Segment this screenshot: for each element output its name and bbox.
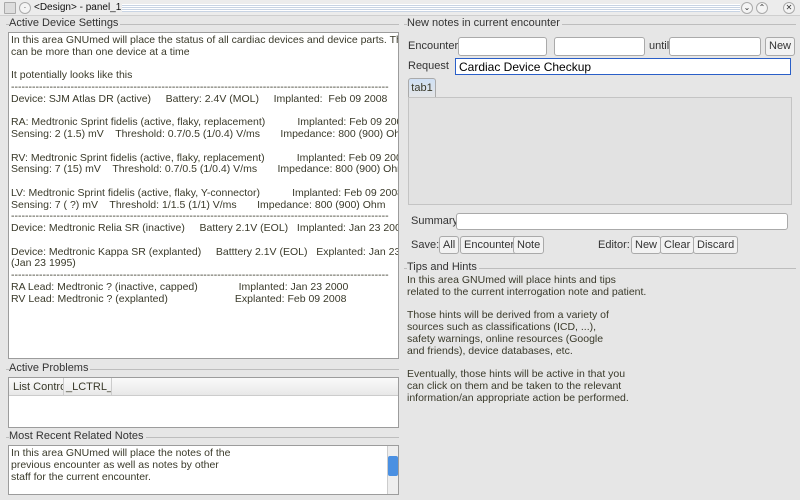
text-line: ----------------------------------------…: [11, 269, 389, 281]
encounter-start-field[interactable]: [458, 37, 547, 56]
editor-label: Editor:: [598, 239, 630, 251]
text-line: sources such as classifications (ICD, ..…: [407, 321, 597, 333]
sticky-icon[interactable]: ·: [19, 2, 31, 14]
save-note-button[interactable]: Note: [513, 236, 545, 254]
title-bar: · <Design> - panel_1 ⌄ ⌃ ✕: [0, 0, 800, 16]
text-line: RV Lead: Medtronic ? (explanted) Explant…: [11, 292, 347, 305]
text-line: LV: Medtronic Sprint fidelis (active, fl…: [11, 186, 399, 199]
title-decoration: [122, 4, 740, 12]
text-line: In this area GNUmed will place the notes…: [11, 447, 231, 459]
new-encounter-button[interactable]: New: [765, 37, 796, 56]
text-line: In this area GNUmed will place the statu…: [11, 34, 399, 46]
text-line: safety warnings, online resources (Googl…: [407, 332, 604, 345]
new-notes-label: New notes in current encounter: [407, 17, 562, 29]
save-label: Save:: [411, 239, 440, 251]
window-menu-icon[interactable]: [4, 2, 16, 14]
text-line: In this area GNUmed will place hints and…: [407, 274, 616, 286]
active-problems-label: Active Problems: [9, 362, 91, 374]
window-title: <Design> - panel_1: [34, 2, 122, 13]
text-line: [11, 176, 396, 188]
column-header[interactable]: List Contro: [9, 378, 64, 395]
scrollbar[interactable]: [387, 446, 398, 494]
text-line: information/an appropriate action be per…: [407, 391, 629, 404]
request-field[interactable]: [455, 58, 791, 75]
text-line: ----------------------------------------…: [11, 81, 389, 93]
request-label: Request: [408, 60, 449, 72]
text-line: can be more than one device at a time: [11, 45, 190, 58]
editor-discard-button[interactable]: Discard: [693, 236, 739, 254]
text-line: [11, 235, 396, 247]
tips-text: In this area GNUmed will place hints and…: [405, 274, 795, 404]
save-all-button[interactable]: All: [439, 236, 460, 254]
text-line: Device: Medtronic Relia SR (inactive) Ba…: [11, 222, 399, 234]
tab-panel: [408, 97, 792, 205]
active-problems-list[interactable]: List Contro _LCTRL_a: [8, 377, 399, 428]
text-line: Eventually, those hints will be active i…: [407, 368, 626, 380]
text-line: Device: SJM Atlas DR (active) Battery: 2…: [11, 92, 388, 105]
recent-notes-label: Most Recent Related Notes: [9, 430, 146, 442]
text-line: previous encounter as well as notes by o…: [11, 458, 219, 471]
text-line: [11, 141, 396, 153]
text-line: and friends), device databases, etc.: [407, 344, 573, 357]
encounter-end-field[interactable]: [669, 37, 761, 56]
editor-new-button[interactable]: New: [631, 236, 662, 254]
text-line: RA Lead: Medtronic ? (inactive, capped) …: [11, 280, 349, 293]
text-line: staff for the current encounter.: [11, 470, 151, 483]
text-line: Sensing: 2 (1.5) mV Threshold: 0.7/0.5 (…: [11, 128, 399, 140]
text-line: related to the current interrogation not…: [407, 285, 647, 298]
summary-label: Summary: [411, 215, 459, 227]
text-line: Sensing: 7 (15) mV Threshold: 0.7/0.5 (1…: [11, 163, 399, 176]
active-device-settings-label: Active Device Settings: [9, 17, 121, 29]
tab-tab1[interactable]: tab1: [408, 78, 436, 98]
minimize-icon[interactable]: ⌄: [741, 2, 753, 14]
device-settings-textarea[interactable]: In this area GNUmed will place the statu…: [8, 32, 399, 359]
text-line: can click on them and be taken to the re…: [407, 379, 622, 392]
encounter-label: Encounter: [408, 40, 459, 52]
maximize-icon[interactable]: ⌃: [756, 2, 768, 14]
editor-clear-button[interactable]: Clear: [660, 236, 695, 254]
save-encounter-button[interactable]: Encounter: [460, 236, 519, 254]
close-icon[interactable]: ✕: [783, 2, 795, 14]
tips-label: Tips and Hints: [407, 261, 479, 273]
until-label: until: [649, 40, 670, 52]
summary-field[interactable]: [456, 213, 788, 230]
recent-notes-textarea[interactable]: In this area GNUmed will place the notes…: [8, 445, 399, 495]
encounter-type-field[interactable]: [554, 37, 645, 56]
column-header[interactable]: _LCTRL_a: [64, 378, 112, 395]
